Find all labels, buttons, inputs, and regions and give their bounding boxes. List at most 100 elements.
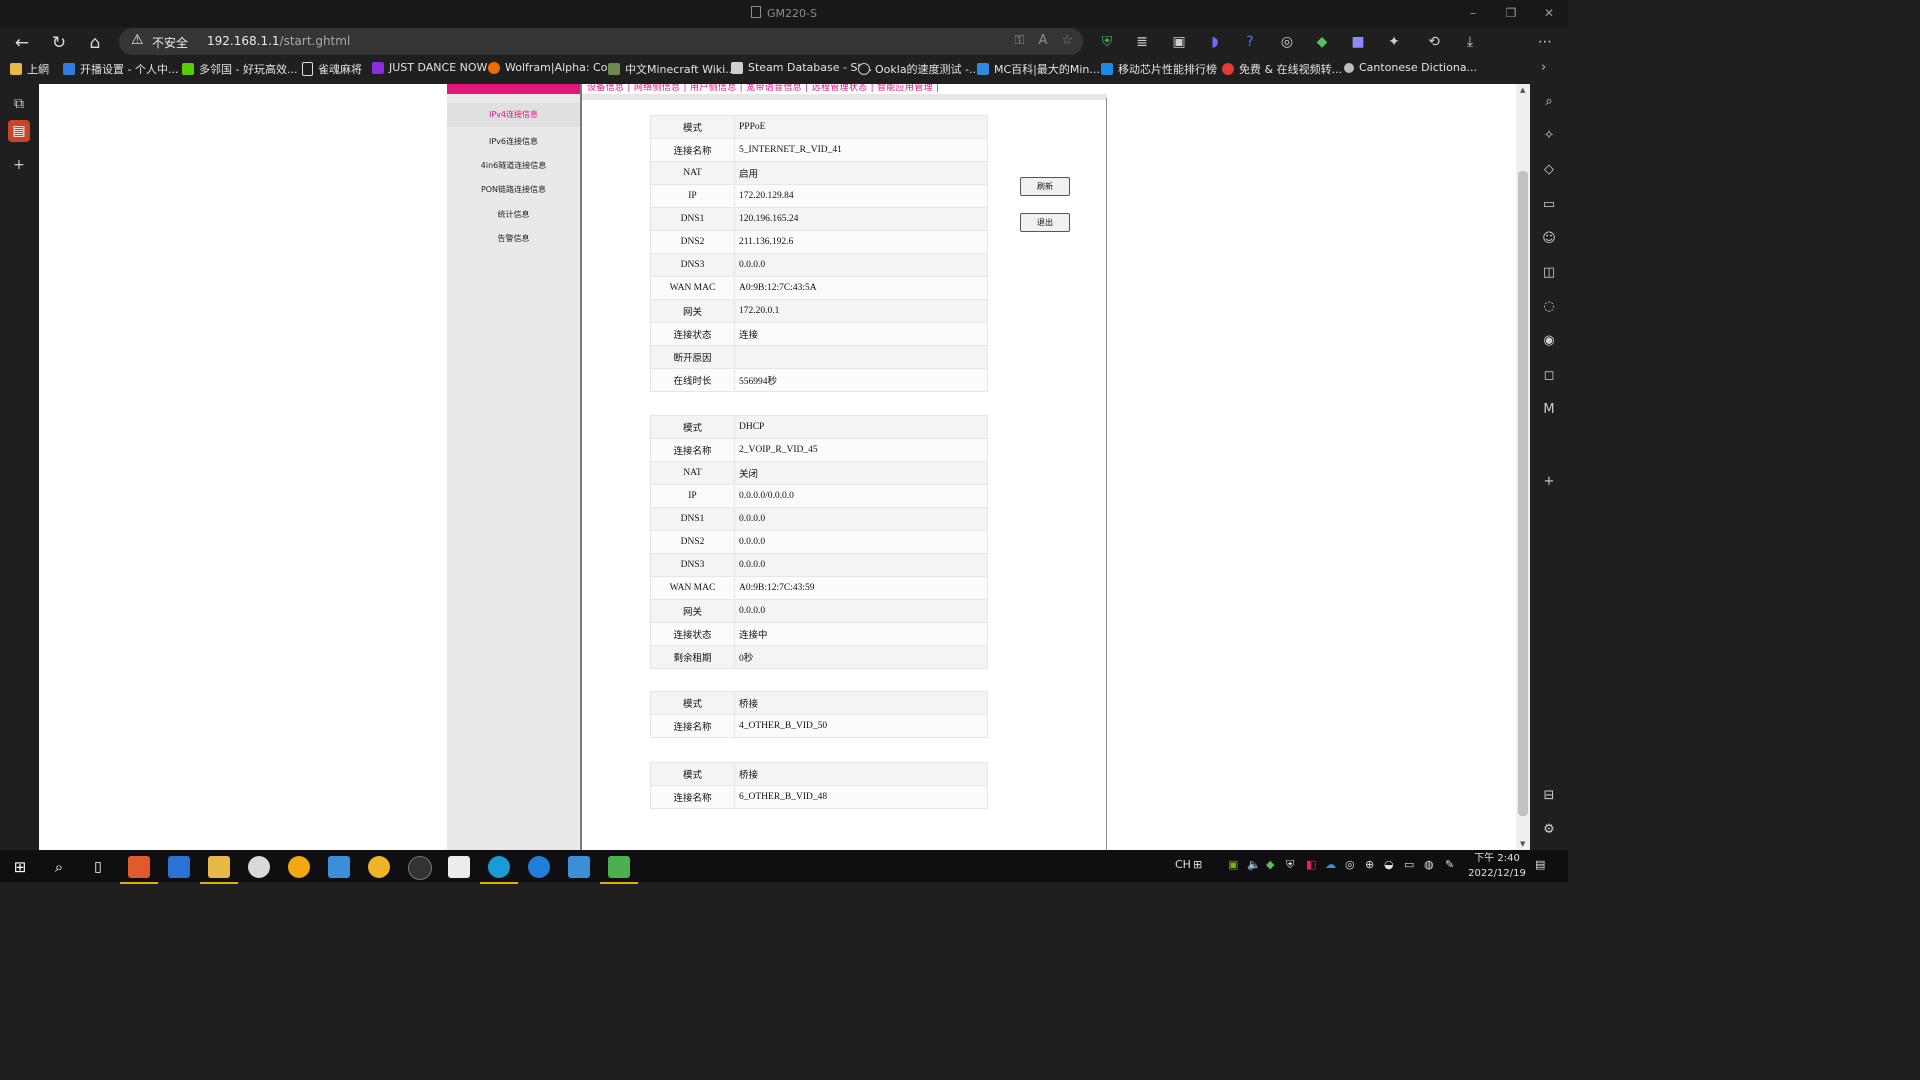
menu-item-pon[interactable]: PON链路连接信息 [447,184,580,195]
calculator-icon[interactable] [328,856,350,878]
tag-icon[interactable]: ◇ [1539,160,1559,180]
database-extension-icon[interactable]: ≣ [1132,32,1152,52]
network-tray-icon[interactable]: ⊕ [1365,858,1374,871]
restore-button[interactable]: ❐ [1492,0,1530,27]
router-subnav[interactable]: 设备信息 | 网络侧信息 | 用户侧信息 | 宽带语音信息 | 远程管理状态 |… [587,84,939,93]
ime-indicator[interactable]: CH [1175,858,1191,871]
wechat-tray-icon[interactable]: ◎ [1345,858,1355,871]
bookmark-item[interactable]: 免费 & 在线视频转... [1222,61,1342,77]
download-icon[interactable]: ⤓ [1460,32,1480,52]
settings-gear-icon[interactable]: ⚙ [1539,820,1559,840]
shield-extension-icon[interactable]: ⛨ [1097,32,1117,52]
home-icon[interactable]: ⌂ [83,31,107,55]
refresh-button[interactable]: 刷新 [1020,177,1070,196]
notification-icon[interactable]: ▤ [1535,858,1545,871]
ime-mode-icon[interactable]: ⊞ [1193,858,1202,871]
menu-item-ipv4[interactable]: IPv4连接信息 [447,103,580,127]
logout-button[interactable]: 退出 [1020,213,1070,232]
minimize-button[interactable]: – [1454,0,1492,27]
wechat-extension-icon[interactable]: ◎ [1277,32,1297,52]
tools-icon[interactable]: ▭ [1539,195,1559,215]
edge-icon[interactable] [480,856,518,884]
menu-item-alarm[interactable]: 告警信息 [447,233,580,244]
search-icon[interactable]: ⌕ [1539,92,1559,112]
address-bar[interactable]: ⚠ 不安全 192.168.1.1/start.ghtml ⚿ A ☆ [119,28,1083,55]
notepad-icon[interactable] [600,856,638,884]
instagram-icon[interactable]: ◻ [1539,366,1559,386]
bookmark-item[interactable]: 雀魂麻将 [302,61,362,77]
scrollbar-thumb[interactable] [1518,171,1528,816]
app-icon-yellow[interactable] [368,856,390,878]
bookmarks-bar: 上網 开播设置 - 个人中... 多邻国 - 好玩高效... 雀魂麻将 JUST… [0,58,1530,80]
taskbar-clock[interactable]: 下午 2:40 2022/12/19 [1467,851,1527,881]
key-icon[interactable]: ⚿ [1015,33,1025,48]
outlook-icon[interactable]: ◫ [1539,263,1559,283]
app-icon-orange[interactable] [120,856,158,884]
app-tray-icon[interactable]: ◧ [1306,858,1316,871]
bookmark-item[interactable]: Steam Database - St... [731,61,872,74]
help-extension-icon[interactable]: ? [1240,32,1260,52]
steam-tray-icon[interactable]: ◒ [1384,858,1394,871]
collections-extension-icon[interactable]: ▣ [1169,32,1189,52]
menu-item-4in6[interactable]: 4in6隧道连接信息 [447,160,580,171]
store-icon[interactable] [168,856,190,878]
bookmark-item[interactable]: 多邻国 - 好玩高效... [182,61,297,77]
bookmark-item[interactable]: 中文Minecraft Wiki... [608,61,736,77]
extensions-icon[interactable]: ✦ [1384,32,1404,52]
app-icon-k[interactable] [528,856,550,878]
scroll-down-icon[interactable]: ▼ [1520,840,1525,848]
cloud-tray-icon[interactable]: ☁ [1325,858,1336,871]
more-menu-icon[interactable]: ⋯ [1535,32,1555,52]
insecure-label[interactable]: 不安全 [152,34,188,51]
bookmarks-overflow-icon[interactable]: › [1541,60,1546,75]
people-icon[interactable]: ☺ [1539,229,1559,249]
history-icon[interactable]: ⟲ [1424,32,1444,52]
bookmark-item[interactable]: Wolfram|Alpha: Co... [488,61,618,74]
search-taskbar-icon[interactable]: ⌕ [48,856,70,878]
obs-icon[interactable] [408,856,432,880]
bookmark-item[interactable]: Ookla的速度测试 -... [858,61,980,77]
sidebar-toggle-icon[interactable]: ⊟ [1539,786,1559,806]
windows-start-icon[interactable]: ⊞ [9,856,31,878]
clock-app-icon[interactable] [248,856,270,878]
refresh-icon[interactable]: ↻ [47,31,71,55]
security-tray-icon[interactable]: ⛨ [1286,858,1294,872]
close-button[interactable]: ✕ [1530,0,1568,27]
active-tab-icon[interactable]: ▤ [8,120,30,142]
tab-actions-icon[interactable]: ⧉ [8,93,30,115]
app-icon-window[interactable] [568,856,590,878]
file-explorer-icon[interactable] [200,856,238,884]
new-tab-icon[interactable]: + [8,154,30,176]
spotify-icon[interactable]: ◉ [1539,331,1559,351]
scroll-up-icon[interactable]: ▲ [1520,86,1525,94]
color-tray-icon[interactable]: ◆ [1266,858,1274,871]
favorite-add-icon[interactable]: ☆ [1061,33,1073,48]
back-icon[interactable]: ← [10,31,34,55]
read-aloud-icon[interactable]: A [1038,33,1047,48]
menu-item-ipv6[interactable]: IPv6连接信息 [447,136,580,147]
task-view-icon[interactable]: ▯ [87,856,109,878]
menu-item-stats[interactable]: 统计信息 [447,209,580,220]
copilot-icon[interactable]: ✧ [1539,126,1559,146]
bookmark-item[interactable]: Cantonese Dictiona... [1344,61,1477,74]
url-text[interactable]: 192.168.1.1/start.ghtml [207,34,350,48]
bookmark-item[interactable]: MC百科|最大的Min... [977,61,1100,77]
weather-icon[interactable] [288,856,310,878]
arc-extension-icon[interactable]: ◗ [1205,32,1225,52]
nvidia-tray-icon[interactable]: ▣ [1228,858,1238,871]
volume-icon[interactable]: 🔈 [1247,858,1261,871]
pen-icon[interactable]: ✎ [1445,858,1454,871]
page-scrollbar[interactable]: ▲ ▼ [1516,84,1530,850]
app-icon-lightning[interactable] [448,856,470,878]
battery-icon[interactable]: ▭ [1404,858,1414,871]
drop-icon[interactable]: ◌ [1539,297,1559,317]
bookmark-item[interactable]: 上網 [10,61,49,77]
globe-icon[interactable]: ◍ [1424,858,1434,871]
color-extension-icon[interactable]: ◆ [1312,32,1332,52]
gmail-icon[interactable]: M [1539,400,1559,420]
bookmark-item[interactable]: JUST DANCE NOW [372,61,487,74]
bookmark-item[interactable]: 开播设置 - 个人中... [63,61,178,77]
discord-extension-icon[interactable]: ■ [1348,32,1368,52]
bookmark-item[interactable]: 移动芯片性能排行榜 [1101,61,1217,77]
add-sidebar-app-icon[interactable]: + [1539,472,1559,492]
